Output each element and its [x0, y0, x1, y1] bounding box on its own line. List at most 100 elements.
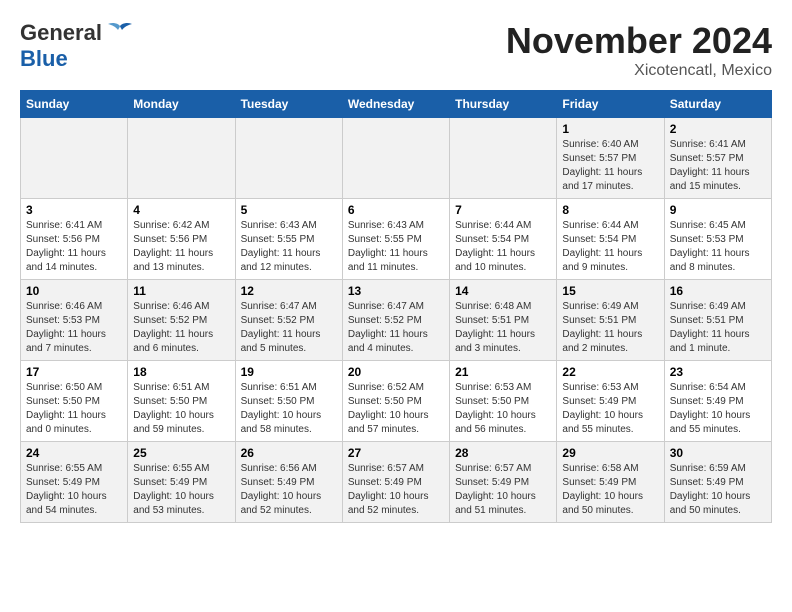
day-number: 10	[26, 284, 122, 298]
day-number: 16	[670, 284, 766, 298]
day-number: 17	[26, 365, 122, 379]
day-info: Sunrise: 6:53 AM Sunset: 5:49 PM Dayligh…	[562, 381, 658, 437]
day-number: 2	[670, 122, 766, 136]
day-info: Sunrise: 6:54 AM Sunset: 5:49 PM Dayligh…	[670, 381, 766, 437]
calendar-cell: 20 Sunrise: 6:52 AM Sunset: 5:50 PM Dayli…	[342, 361, 449, 442]
calendar-cell: 9Sunrise: 6:45 AM Sunset: 5:53 PM Daylig…	[664, 199, 771, 280]
day-number: 5	[241, 203, 337, 217]
calendar-cell: 8 Sunrise: 6:44 AM Sunset: 5:54 PM Daylig…	[557, 199, 664, 280]
week-row-5: 24 Sunrise: 6:55 AM Sunset: 5:49 PM Dayli…	[21, 442, 772, 523]
day-number: 12	[241, 284, 337, 298]
day-number: 11	[133, 284, 229, 298]
day-number: 18	[133, 365, 229, 379]
day-info: Sunrise: 6:46 AM Sunset: 5:53 PM Dayligh…	[26, 300, 122, 356]
calendar-cell: 19Sunrise: 6:51 AM Sunset: 5:50 PM Dayli…	[235, 361, 342, 442]
logo-bird-icon	[106, 22, 134, 44]
calendar-cell: 10 Sunrise: 6:46 AM Sunset: 5:53 PM Dayli…	[21, 280, 128, 361]
calendar-cell: 22 Sunrise: 6:53 AM Sunset: 5:49 PM Dayli…	[557, 361, 664, 442]
calendar-cell: 21 Sunrise: 6:53 AM Sunset: 5:50 PM Dayli…	[450, 361, 557, 442]
day-info: Sunrise: 6:48 AM Sunset: 5:51 PM Dayligh…	[455, 300, 551, 356]
week-row-4: 17 Sunrise: 6:50 AM Sunset: 5:50 PM Dayli…	[21, 361, 772, 442]
calendar-cell	[128, 118, 235, 199]
day-number: 29	[562, 446, 658, 460]
day-info: Sunrise: 6:52 AM Sunset: 5:50 PM Dayligh…	[348, 381, 444, 437]
header-day-friday: Friday	[557, 91, 664, 118]
day-info: Sunrise: 6:49 AM Sunset: 5:51 PM Dayligh…	[562, 300, 658, 356]
calendar-cell: 2 Sunrise: 6:41 AM Sunset: 5:57 PM Daylig…	[664, 118, 771, 199]
day-number: 22	[562, 365, 658, 379]
calendar-cell: 14 Sunrise: 6:48 AM Sunset: 5:51 PM Dayli…	[450, 280, 557, 361]
day-number: 20	[348, 365, 444, 379]
header-day-monday: Monday	[128, 91, 235, 118]
day-info: Sunrise: 6:57 AM Sunset: 5:49 PM Dayligh…	[455, 462, 551, 518]
day-number: 3	[26, 203, 122, 217]
header-day-saturday: Saturday	[664, 91, 771, 118]
calendar-cell: 5 Sunrise: 6:43 AM Sunset: 5:55 PM Daylig…	[235, 199, 342, 280]
day-info: Sunrise: 6:53 AM Sunset: 5:50 PM Dayligh…	[455, 381, 551, 437]
day-info: Sunrise: 6:51 AM Sunset: 5:50 PM Dayligh…	[241, 381, 337, 437]
day-number: 24	[26, 446, 122, 460]
header-day-tuesday: Tuesday	[235, 91, 342, 118]
page-title: November 2024	[506, 20, 772, 62]
day-number: 6	[348, 203, 444, 217]
logo: General Blue	[20, 20, 134, 72]
calendar-cell: 11Sunrise: 6:46 AM Sunset: 5:52 PM Dayli…	[128, 280, 235, 361]
calendar-cell: 30Sunrise: 6:59 AM Sunset: 5:49 PM Dayli…	[664, 442, 771, 523]
day-info: Sunrise: 6:44 AM Sunset: 5:54 PM Dayligh…	[455, 219, 551, 275]
day-info: Sunrise: 6:50 AM Sunset: 5:50 PM Dayligh…	[26, 381, 122, 437]
calendar-cell: 15 Sunrise: 6:49 AM Sunset: 5:51 PM Dayli…	[557, 280, 664, 361]
calendar-cell: 12 Sunrise: 6:47 AM Sunset: 5:52 PM Dayli…	[235, 280, 342, 361]
day-info: Sunrise: 6:43 AM Sunset: 5:55 PM Dayligh…	[241, 219, 337, 275]
day-info: Sunrise: 6:40 AM Sunset: 5:57 PM Dayligh…	[562, 138, 658, 194]
calendar-cell: 16 Sunrise: 6:49 AM Sunset: 5:51 PM Dayli…	[664, 280, 771, 361]
day-number: 27	[348, 446, 444, 460]
calendar-cell: 7 Sunrise: 6:44 AM Sunset: 5:54 PM Daylig…	[450, 199, 557, 280]
day-number: 14	[455, 284, 551, 298]
calendar-header: SundayMondayTuesdayWednesdayThursdayFrid…	[21, 91, 772, 118]
day-number: 8	[562, 203, 658, 217]
calendar-cell: 24 Sunrise: 6:55 AM Sunset: 5:49 PM Dayli…	[21, 442, 128, 523]
day-number: 7	[455, 203, 551, 217]
header-row: SundayMondayTuesdayWednesdayThursdayFrid…	[21, 91, 772, 118]
calendar-cell: 6Sunrise: 6:43 AM Sunset: 5:55 PM Daylig…	[342, 199, 449, 280]
page-header: General Blue November 2024 Xicotencatl, …	[20, 20, 772, 80]
calendar-table: SundayMondayTuesdayWednesdayThursdayFrid…	[20, 90, 772, 523]
calendar-body: 1Sunrise: 6:40 AM Sunset: 5:57 PM Daylig…	[21, 118, 772, 523]
day-info: Sunrise: 6:42 AM Sunset: 5:56 PM Dayligh…	[133, 219, 229, 275]
logo-blue-text: Blue	[20, 46, 68, 71]
calendar-cell	[235, 118, 342, 199]
calendar-cell: 18Sunrise: 6:51 AM Sunset: 5:50 PM Dayli…	[128, 361, 235, 442]
day-info: Sunrise: 6:49 AM Sunset: 5:51 PM Dayligh…	[670, 300, 766, 356]
calendar-cell: 13 Sunrise: 6:47 AM Sunset: 5:52 PM Dayli…	[342, 280, 449, 361]
calendar-cell	[21, 118, 128, 199]
calendar-cell: 1Sunrise: 6:40 AM Sunset: 5:57 PM Daylig…	[557, 118, 664, 199]
calendar-cell: 29Sunrise: 6:58 AM Sunset: 5:49 PM Dayli…	[557, 442, 664, 523]
day-info: Sunrise: 6:55 AM Sunset: 5:49 PM Dayligh…	[26, 462, 122, 518]
day-number: 26	[241, 446, 337, 460]
calendar-cell: 23 Sunrise: 6:54 AM Sunset: 5:49 PM Dayli…	[664, 361, 771, 442]
day-info: Sunrise: 6:47 AM Sunset: 5:52 PM Dayligh…	[348, 300, 444, 356]
day-info: Sunrise: 6:44 AM Sunset: 5:54 PM Dayligh…	[562, 219, 658, 275]
day-info: Sunrise: 6:57 AM Sunset: 5:49 PM Dayligh…	[348, 462, 444, 518]
logo-general-text: General	[20, 20, 102, 46]
day-number: 28	[455, 446, 551, 460]
day-number: 23	[670, 365, 766, 379]
calendar-cell: 17 Sunrise: 6:50 AM Sunset: 5:50 PM Dayli…	[21, 361, 128, 442]
calendar-cell	[342, 118, 449, 199]
day-info: Sunrise: 6:41 AM Sunset: 5:57 PM Dayligh…	[670, 138, 766, 194]
title-block: November 2024 Xicotencatl, Mexico	[506, 20, 772, 80]
calendar-cell: 3 Sunrise: 6:41 AM Sunset: 5:56 PM Daylig…	[21, 199, 128, 280]
calendar-cell: 26Sunrise: 6:56 AM Sunset: 5:49 PM Dayli…	[235, 442, 342, 523]
day-number: 13	[348, 284, 444, 298]
calendar-cell: 28 Sunrise: 6:57 AM Sunset: 5:49 PM Dayli…	[450, 442, 557, 523]
day-info: Sunrise: 6:47 AM Sunset: 5:52 PM Dayligh…	[241, 300, 337, 356]
day-number: 15	[562, 284, 658, 298]
day-number: 25	[133, 446, 229, 460]
calendar-cell: 27 Sunrise: 6:57 AM Sunset: 5:49 PM Dayli…	[342, 442, 449, 523]
week-row-1: 1Sunrise: 6:40 AM Sunset: 5:57 PM Daylig…	[21, 118, 772, 199]
calendar-cell	[450, 118, 557, 199]
week-row-3: 10 Sunrise: 6:46 AM Sunset: 5:53 PM Dayli…	[21, 280, 772, 361]
day-info: Sunrise: 6:55 AM Sunset: 5:49 PM Dayligh…	[133, 462, 229, 518]
day-info: Sunrise: 6:41 AM Sunset: 5:56 PM Dayligh…	[26, 219, 122, 275]
day-number: 21	[455, 365, 551, 379]
